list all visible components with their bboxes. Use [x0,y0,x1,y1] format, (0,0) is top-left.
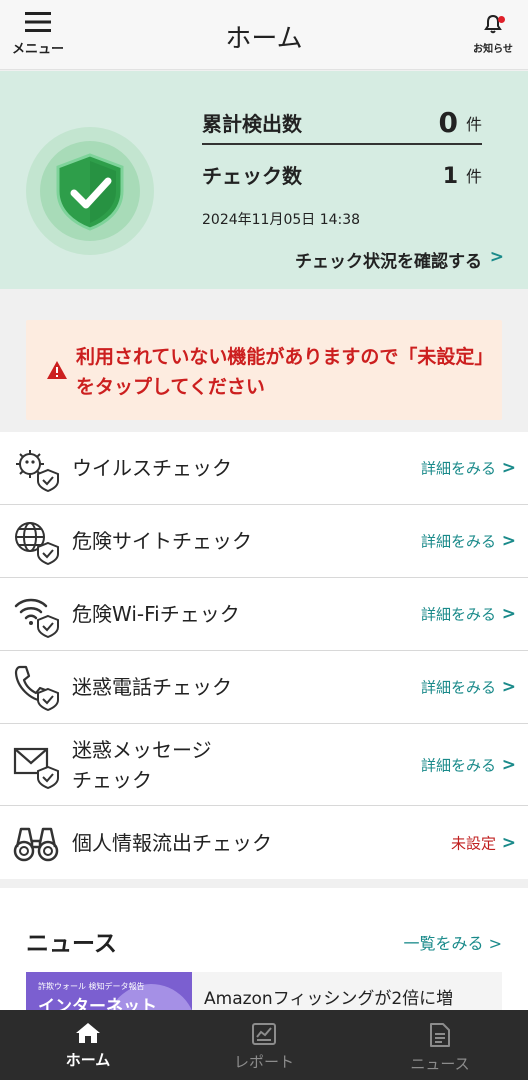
check-status-link[interactable]: チェック状況を確認する [295,247,482,272]
notice-label: お知らせ [473,44,513,55]
check-label-dangerous-site: 危険サイトチェック [72,529,252,553]
chevron-right-icon: > [501,531,516,551]
nav-tab-report[interactable]: レポート [176,1010,352,1080]
chevron-right-icon: > [501,754,516,775]
chevron-right-icon: > [501,677,516,697]
shield-badge [26,127,154,255]
checks-stat: チェック数 1 件 [202,155,482,195]
warning-message: 利用されていない機能がありますので「未設定」をタップしてください [76,346,484,398]
news-thumb-title: インターネット [38,997,157,1012]
news-thumbnail: 詐欺ウォール 検知データ報告 インターネット [26,972,192,1012]
nav-tab-home[interactable]: ホーム [0,1010,176,1080]
check-item-spam-call[interactable]: 迷惑電話チェック 詳細をみる > [0,651,528,724]
mail-shield-icon [13,747,59,789]
shield-check-icon [56,153,124,231]
check-label-dangerous-wifi: 危険Wi-Fiチェック [72,602,240,626]
virus-shield-icon [16,450,59,492]
check-item-spam-message[interactable]: 迷惑メッセージ チェック 詳細をみる > [0,724,528,806]
check-item-dangerous-site[interactable]: 危険サイトチェック 詳細をみる > [0,505,528,578]
news-card[interactable]: 詐欺ウォール 検知データ報告 インターネット Amazonフィッシングが2倍に増 [26,972,502,1012]
check-item-dangerous-wifi[interactable]: 危険Wi-Fiチェック 詳細をみる > [0,578,528,651]
news-section: ニュース 一覧をみる > 詐欺ウォール 検知データ報告 インターネット Amaz… [0,888,528,1012]
details-link-dangerous-wifi[interactable]: 詳細をみる [421,604,496,625]
wifi-shield-icon [14,598,59,638]
check-item-personal-info-leak[interactable]: 個人情報流出チェック 未設定 > [0,806,528,879]
check-label-personal-info-leak: 個人情報流出チェック [72,830,272,855]
nav-tab-news[interactable]: ニュース [352,1010,528,1080]
unset-link-personal-info-leak[interactable]: 未設定 [451,832,496,853]
detections-value: 0 [438,106,458,139]
page-title: ホーム [225,24,303,54]
warning-icon [47,361,67,379]
details-link-spam-message[interactable]: 詳細をみる [421,754,496,775]
notification-dot [498,16,505,23]
check-label-spam-call: 迷惑電話チェック [72,675,232,699]
binoculars-icon [13,827,59,861]
checks-value: 1 [442,164,458,189]
detections-unit: 件 [465,115,482,134]
document-icon [430,1023,450,1047]
home-icon [76,1023,100,1043]
nav-label-news: ニュース [410,1055,470,1073]
chevron-right-icon: > [501,604,516,624]
globe-shield-icon [15,522,59,565]
report-icon [252,1023,276,1045]
nav-label-report: レポート [233,1053,294,1071]
protection-summary: 累計検出数 0 件 チェック数 1 件 2024年11月05日 14:38 チェ… [0,71,528,289]
check-list: ウイルスチェック 詳細をみる > 危険サイトチェック 詳細をみる > 危険Wi-… [0,432,528,879]
check-label-virus: ウイルスチェック [72,456,232,480]
details-link-virus[interactable]: 詳細をみる [421,458,496,479]
chevron-right-icon[interactable]: > [490,247,504,267]
detections-stat: 累計検出数 0 件 [202,105,482,145]
chevron-right-icon: > [501,458,516,478]
last-check-date: 2024年11月05日 14:38 [202,212,361,228]
news-see-all-link[interactable]: 一覧をみる > [404,930,503,954]
check-label-spam-message: 迷惑メッセージ チェック [72,737,212,792]
app-header: メニュー ホーム お知らせ [0,0,528,70]
news-title: Amazonフィッシングが2倍に増 [204,989,454,1009]
unset-feature-warning[interactable]: 利用されていない機能がありますので「未設定」をタップしてください [26,320,502,420]
check-item-virus[interactable]: ウイルスチェック 詳細をみる > [0,432,528,505]
details-link-dangerous-site[interactable]: 詳細をみる [421,531,496,552]
details-link-spam-call[interactable]: 詳細をみる [421,677,496,698]
phone-shield-icon [14,665,59,711]
checks-label: チェック数 [202,164,302,188]
news-thumb-caption: 詐欺ウォール 検知データ報告 [38,982,145,991]
notice-button[interactable]: お知らせ [468,12,518,60]
bottom-nav: ホーム レポート ニュース [0,1010,528,1080]
checks-unit: 件 [465,167,482,186]
news-heading: ニュース [26,931,117,957]
detections-label: 累計検出数 [202,112,302,136]
nav-label-home: ホーム [65,1051,111,1069]
chevron-right-icon: > [501,832,516,853]
